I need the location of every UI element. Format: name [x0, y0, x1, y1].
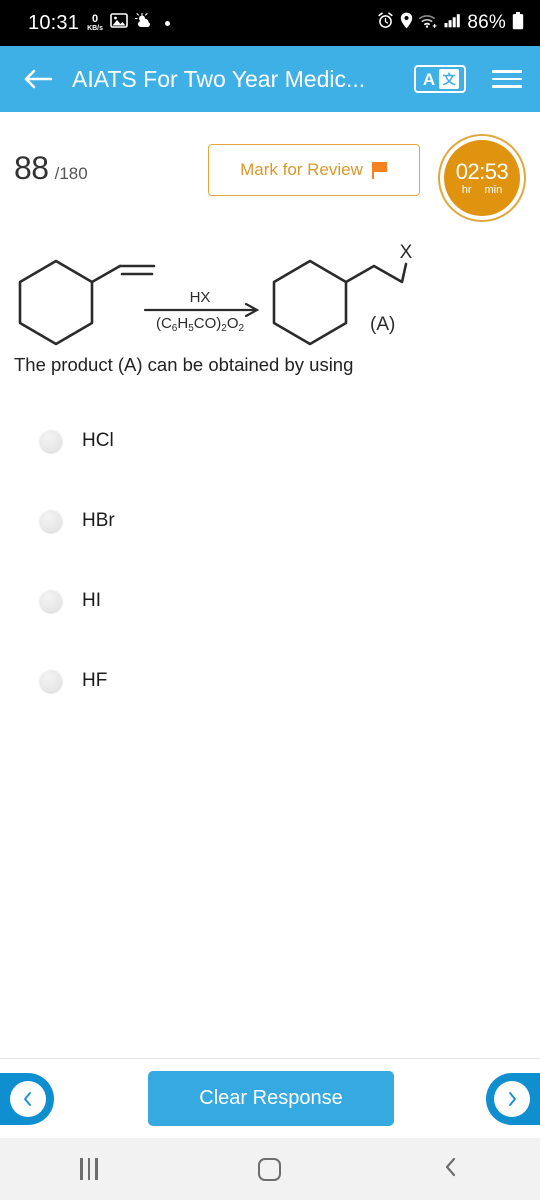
signal-icon: [444, 13, 461, 33]
action-bar: Clear Response: [0, 1058, 540, 1138]
question-body: HX (C6H5CO)2O2 X (A) The product (A) can…: [0, 230, 540, 698]
option-item[interactable]: HI: [40, 584, 526, 618]
data-rate-value: 0: [91, 13, 99, 25]
status-time: 10:31: [28, 11, 80, 34]
options-list: HCl HBr HI HF: [14, 424, 526, 698]
wifi-icon: [419, 13, 438, 34]
menu-line: [492, 77, 522, 81]
translate-icon[interactable]: A 文: [414, 65, 466, 93]
recents-line: [95, 1158, 98, 1180]
mark-for-review-button[interactable]: Mark for Review: [208, 144, 420, 196]
android-navigation-bar: [0, 1138, 540, 1200]
radio-button[interactable]: [40, 510, 62, 532]
question-header: 88 /180 Mark for Review 02:53 hr min: [0, 112, 540, 230]
chevron-right-icon: [494, 1081, 530, 1117]
question-number: 88: [14, 150, 49, 186]
timer-value: 02:53: [455, 158, 509, 184]
back-button[interactable]: [16, 57, 60, 101]
home-icon[interactable]: [258, 1157, 282, 1181]
back-icon[interactable]: [442, 1155, 460, 1184]
timer-face: 02:53 hr min: [444, 140, 520, 216]
timer-unit-minutes: min: [484, 183, 503, 196]
hamburger-menu-icon[interactable]: [492, 70, 522, 88]
option-item[interactable]: HBr: [40, 504, 526, 538]
menu-line: [492, 70, 522, 73]
page-title: AIATS For Two Year Medic...: [72, 65, 366, 92]
app-screen: 10:31 0 KB/s 86% AIATS For Two Year Medi…: [0, 0, 540, 1200]
status-bar-left: 10:31 0 KB/s: [28, 11, 171, 35]
status-bar-right: 86%: [377, 11, 524, 35]
option-label: HBr: [82, 510, 115, 531]
data-rate-unit: KB/s: [87, 25, 104, 32]
option-label: HI: [82, 590, 101, 611]
chevron-left-icon: [10, 1081, 46, 1117]
option-label: HF: [82, 670, 108, 691]
question-total: /180: [54, 164, 88, 183]
menu-line: [492, 85, 522, 88]
option-item[interactable]: HCl: [40, 424, 526, 458]
translate-glyph: 文: [439, 69, 460, 89]
flag-cloth: [373, 162, 387, 172]
question-text: The product (A) can be obtained by using: [14, 354, 354, 375]
data-rate-indicator: 0 KB/s: [87, 13, 104, 33]
weather-icon: [134, 12, 154, 34]
product-halogen-label: X: [400, 242, 413, 263]
product-label: (A): [370, 314, 395, 335]
dot-icon: [165, 20, 171, 26]
countdown-timer: 02:53 hr min: [438, 134, 526, 222]
option-item[interactable]: HF: [40, 664, 526, 698]
translate-letter: A: [422, 69, 436, 89]
radio-button[interactable]: [40, 430, 62, 452]
clear-response-button[interactable]: Clear Response: [148, 1071, 394, 1126]
app-bar: AIATS For Two Year Medic... A 文: [0, 46, 540, 112]
radio-button[interactable]: [40, 670, 62, 692]
previous-question-button[interactable]: [0, 1073, 54, 1125]
recents-line: [87, 1158, 91, 1180]
status-bar: 10:31 0 KB/s 86%: [0, 0, 540, 46]
recents-icon[interactable]: [80, 1158, 98, 1180]
flag-icon: [371, 161, 388, 179]
timer-units: hr min: [461, 183, 503, 196]
question-counter: 88 /180: [14, 150, 88, 187]
alarm-icon: [377, 12, 394, 34]
reagent-above-arrow: HX: [190, 289, 211, 306]
radio-button[interactable]: [40, 590, 62, 612]
next-question-button[interactable]: [486, 1073, 540, 1125]
recents-line: [80, 1158, 83, 1180]
timer-unit-hours: hr: [461, 183, 472, 196]
battery-percent: 86%: [467, 12, 506, 33]
reagent-below-arrow: (C6H5CO)2O2: [156, 315, 245, 334]
reaction-diagram: HX (C6H5CO)2O2 X (A): [14, 230, 526, 352]
mark-for-review-label: Mark for Review: [240, 160, 363, 179]
image-icon: [110, 13, 128, 33]
option-label: HCl: [82, 430, 114, 451]
location-icon: [400, 12, 413, 34]
battery-icon: [512, 11, 524, 35]
